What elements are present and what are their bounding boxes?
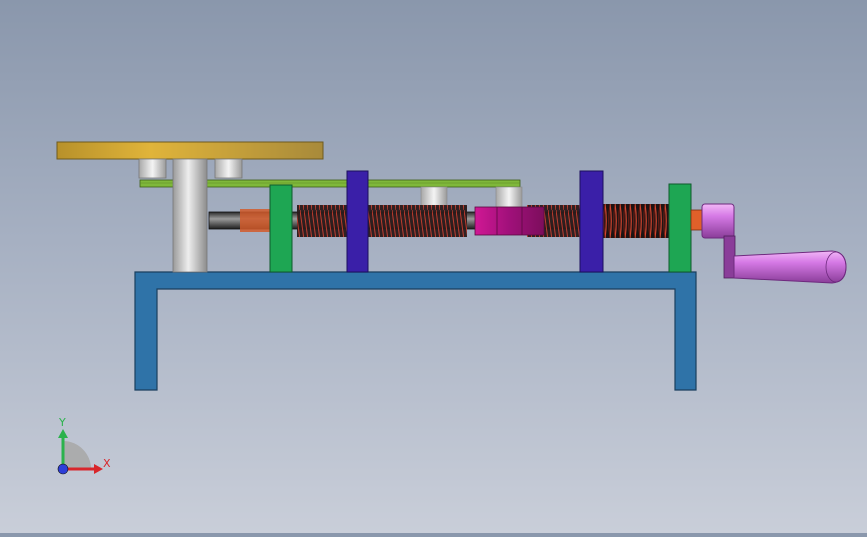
frame-base[interactable] <box>134 271 697 391</box>
bearing-block-left[interactable] <box>138 158 167 179</box>
shaft-collar[interactable] <box>690 209 704 231</box>
cad-viewport[interactable]: X Y <box>0 0 867 533</box>
support-plate-green-right[interactable] <box>668 183 692 273</box>
bearing-block-right[interactable] <box>214 158 243 179</box>
x-axis-label: X <box>103 457 111 470</box>
rail-post-left[interactable] <box>420 186 448 208</box>
coordinate-triad: X Y <box>57 416 111 475</box>
spring-coil[interactable] <box>600 204 670 238</box>
y-axis-arrowhead <box>58 429 68 438</box>
z-axis-dot <box>57 463 69 475</box>
rail-post-right[interactable] <box>495 186 523 208</box>
vertical-column[interactable] <box>172 158 208 273</box>
y-axis-label: Y <box>58 416 66 429</box>
support-plate-blue-right[interactable] <box>579 170 604 273</box>
triad-plane-indicator <box>63 441 91 469</box>
assembly-drawing[interactable]: X Y <box>0 0 867 533</box>
x-axis-arrowhead <box>94 464 103 474</box>
turntable-plate[interactable] <box>56 141 324 160</box>
hand-crank[interactable] <box>701 203 847 284</box>
support-plate-green-left[interactable] <box>269 184 293 273</box>
support-plate-blue-left[interactable] <box>346 170 369 273</box>
slider-nut[interactable] <box>474 206 545 236</box>
